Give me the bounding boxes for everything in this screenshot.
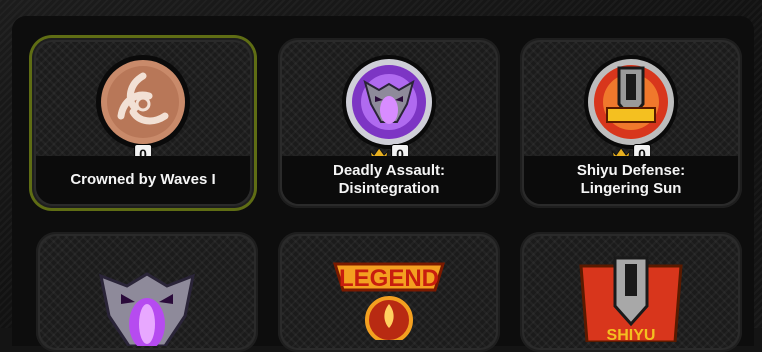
achievement-card-row2-3[interactable]: SHIYU (520, 232, 742, 352)
achievement-card-deadly-assault[interactable]: 0 Deadly Assault: Disintegration (278, 38, 500, 208)
achievement-title: Crowned by Waves I (36, 156, 250, 204)
legend-emblem-text: LEGEND (339, 265, 439, 292)
deadly-assault-medal-icon (342, 55, 436, 149)
deadly-assault-emblem-icon (98, 272, 196, 346)
achievement-title: Shiyu Defense: Lingering Sun (524, 156, 738, 204)
achievement-card-row2-1[interactable] (36, 232, 258, 352)
shiyu-emblem-text: SHIYU (607, 327, 656, 342)
shiyu-defense-medal-icon (584, 55, 678, 149)
achievement-card-row2-2[interactable]: LEGEND (278, 232, 500, 352)
crowned-by-waves-medal-icon (96, 55, 190, 149)
achievement-title: Deadly Assault: Disintegration (282, 156, 496, 204)
achievement-card-crowned-by-waves[interactable]: 0 Crowned by Waves I (32, 38, 254, 208)
legend-emblem-icon: LEGEND (332, 262, 446, 340)
shiyu-emblem-icon: SHIYU (579, 256, 683, 342)
achievement-card-shiyu-defense[interactable]: 0 Shiyu Defense: Lingering Sun (520, 38, 742, 208)
